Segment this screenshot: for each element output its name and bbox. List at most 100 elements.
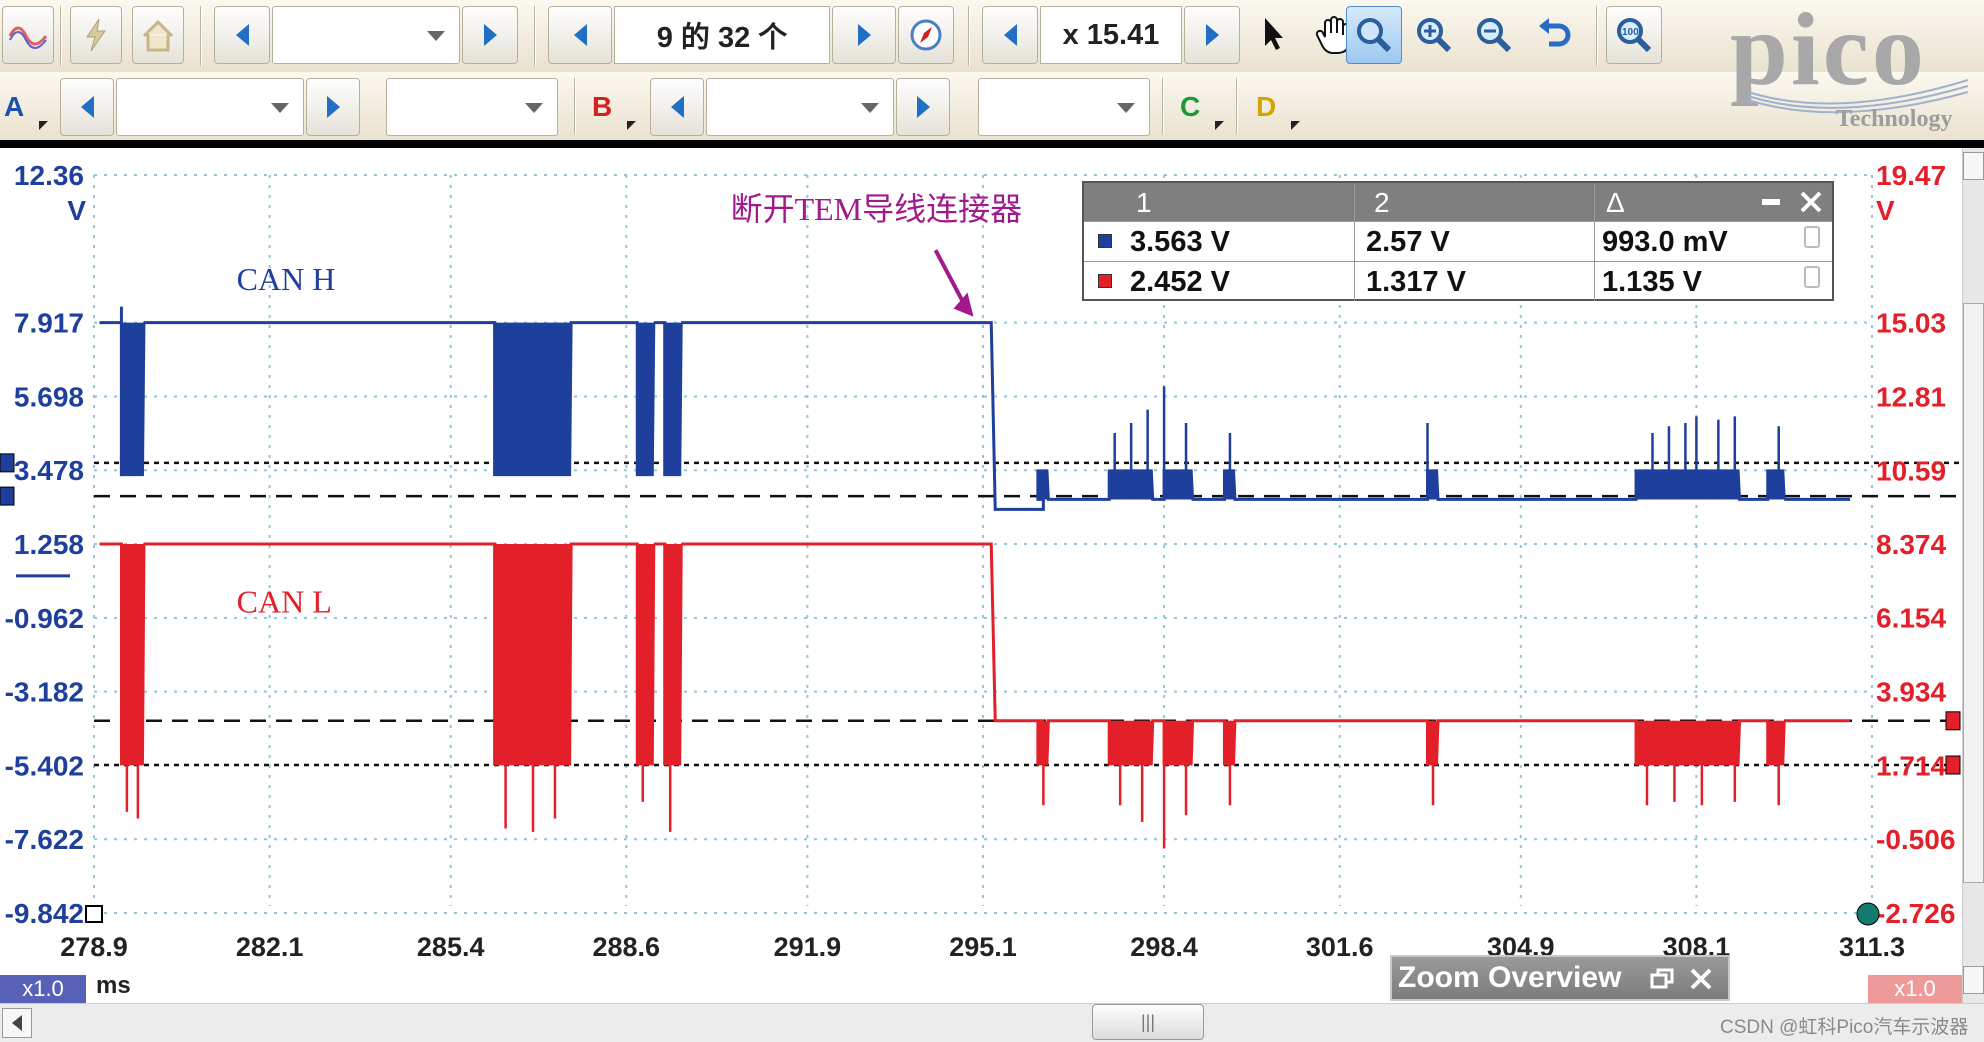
undo-icon bbox=[1539, 18, 1571, 47]
lock-icon[interactable] bbox=[1804, 266, 1820, 288]
channel-a-range-next[interactable] bbox=[306, 78, 360, 136]
channel-c-button[interactable]: C bbox=[1180, 78, 1226, 136]
minimize-icon[interactable] bbox=[1762, 199, 1780, 205]
ruler-handle-left bbox=[0, 453, 15, 473]
chart-annotation: CAN H bbox=[237, 261, 336, 297]
y-tick-label-right: 1.714 bbox=[1876, 750, 1946, 781]
y-tick-label-right: 15.03 bbox=[1876, 308, 1946, 339]
channel-a-button[interactable]: A bbox=[4, 78, 50, 136]
vertical-scroll-thumb[interactable] bbox=[1963, 303, 1984, 883]
y-tick-label-right: 19.47 bbox=[1876, 160, 1946, 191]
main-toolbar: 9 的 32 个 x 15.41 100 bbox=[0, 0, 1984, 72]
x-tick-label: 295.1 bbox=[949, 932, 1017, 962]
close-icon[interactable] bbox=[1798, 189, 1824, 215]
scope-mode-button[interactable] bbox=[2, 6, 54, 64]
zoom-in-button[interactable] bbox=[1406, 6, 1462, 64]
lock-icon[interactable] bbox=[1804, 226, 1820, 248]
ruler-col-2-header: 2 bbox=[1374, 187, 1390, 218]
vertical-scrollbar[interactable] bbox=[1962, 148, 1984, 1003]
channel-a-range-prev[interactable] bbox=[60, 78, 114, 136]
channel-a-coupling-select[interactable] bbox=[386, 78, 558, 136]
ruler-a-value-1: 3.563 V bbox=[1130, 226, 1230, 258]
x-tick-label: 291.9 bbox=[774, 932, 842, 962]
chevron-right-icon bbox=[326, 96, 340, 118]
channel-b-coupling-select[interactable] bbox=[978, 78, 1150, 136]
x-tick-label: 298.4 bbox=[1130, 932, 1198, 962]
zoom-fit-icon: 100 bbox=[1617, 18, 1652, 53]
y-tick-label-right: -2.726 bbox=[1876, 898, 1955, 929]
scroll-up-button[interactable] bbox=[1963, 152, 1984, 180]
scroll-left-button[interactable] bbox=[2, 1008, 32, 1038]
y-tick-label-left: 5.698 bbox=[14, 381, 84, 412]
y-tick-label-right: 6.154 bbox=[1876, 603, 1946, 634]
zoom-to-fit-button[interactable]: 100 bbox=[1606, 6, 1662, 64]
ruler-b-value-1: 2.452 V bbox=[1130, 266, 1230, 298]
scope-view-top-border bbox=[0, 140, 1984, 148]
zoom-tool-button[interactable] bbox=[1346, 6, 1402, 64]
next-timebase-button[interactable] bbox=[462, 6, 518, 64]
y-tick-label-right: 10.59 bbox=[1876, 455, 1946, 486]
horizontal-scrollbar[interactable] bbox=[0, 1003, 1984, 1042]
chevron-left-icon bbox=[1003, 24, 1017, 46]
restore-icon[interactable] bbox=[1650, 967, 1676, 991]
zoom-overview-panel[interactable]: Zoom Overview bbox=[1390, 955, 1730, 1001]
zoom-out-step-button[interactable] bbox=[982, 6, 1038, 64]
annotation-arrowhead bbox=[953, 292, 974, 317]
y-unit-left: V bbox=[67, 195, 86, 226]
trigger-marker bbox=[85, 905, 103, 923]
legend-divider bbox=[1594, 183, 1595, 301]
close-icon[interactable] bbox=[1688, 966, 1714, 992]
scroll-thumb[interactable]: ||| bbox=[1092, 1004, 1204, 1040]
zoom-out-button[interactable] bbox=[1466, 6, 1522, 64]
channel-b-range-prev[interactable] bbox=[650, 78, 704, 136]
ruler-legend[interactable]: 1 2 Δ 3.563 V 2.57 V 993.0 mV 2.452 V 1.… bbox=[1082, 181, 1834, 301]
channel-b-label: B bbox=[592, 91, 613, 122]
lightning-button[interactable] bbox=[70, 6, 122, 64]
chevron-right-icon bbox=[857, 24, 871, 46]
watermark: CSDN @虹科Pico汽车示波器 bbox=[1720, 1017, 1969, 1038]
zoom-overview-title: Zoom Overview bbox=[1398, 961, 1622, 994]
y-tick-label-left: -0.962 bbox=[5, 603, 84, 634]
prev-waveform-button[interactable] bbox=[548, 6, 612, 64]
waveform-count-field[interactable]: 9 的 32 个 bbox=[614, 6, 830, 64]
left-axis-scale-factor[interactable]: x1.0 bbox=[0, 975, 86, 1003]
scroll-down-button[interactable] bbox=[1963, 966, 1984, 994]
pico-scope-window: 9 的 32 个 x 15.41 100 A B C D pico Techno… bbox=[0, 0, 1984, 1042]
x-tick-label: 288.6 bbox=[593, 932, 661, 962]
home-button[interactable] bbox=[132, 6, 184, 64]
channel-menu-arrow-icon bbox=[627, 121, 636, 130]
next-waveform-button[interactable] bbox=[832, 6, 896, 64]
chevron-left-icon bbox=[235, 24, 249, 46]
ruler-handle-right bbox=[1945, 711, 1961, 731]
channel-a-range-select[interactable] bbox=[116, 78, 304, 136]
lightning-icon bbox=[86, 18, 106, 52]
annotation-arrow bbox=[933, 249, 968, 308]
channel-menu-arrow-icon bbox=[1215, 121, 1224, 130]
x-tick-label: 311.3 bbox=[1839, 932, 1905, 962]
zoom-in-step-button[interactable] bbox=[1184, 6, 1240, 64]
home-icon bbox=[142, 19, 174, 52]
channel-b-range-next[interactable] bbox=[896, 78, 950, 136]
channel-b-range-select[interactable] bbox=[706, 78, 894, 136]
timebase-select[interactable] bbox=[272, 6, 460, 64]
pointer-tool-button[interactable] bbox=[1246, 6, 1302, 64]
zoom-level-field[interactable]: x 15.41 bbox=[1040, 6, 1182, 64]
y-tick-label-right: 8.374 bbox=[1876, 529, 1946, 560]
series-line-can-l bbox=[99, 542, 1851, 766]
channel-d-button[interactable]: D bbox=[1256, 78, 1302, 136]
right-axis-scale-factor[interactable]: x1.0 bbox=[1868, 975, 1962, 1003]
logo-tagline: Technology bbox=[1836, 106, 1953, 132]
y-tick-label-left: -5.402 bbox=[5, 750, 84, 781]
channel-menu-arrow-icon bbox=[39, 121, 48, 130]
prev-timebase-button[interactable] bbox=[214, 6, 270, 64]
magnifier-icon bbox=[1357, 18, 1392, 53]
x-tick-label: 282.1 bbox=[236, 932, 304, 962]
svg-text:100: 100 bbox=[1622, 27, 1639, 38]
navigator-button[interactable] bbox=[898, 6, 954, 64]
x-tick-label: 301.6 bbox=[1306, 932, 1374, 962]
chevron-right-icon bbox=[1205, 24, 1219, 46]
undo-zoom-button[interactable] bbox=[1526, 6, 1582, 64]
chevron-left-icon bbox=[670, 96, 684, 118]
channel-b-button[interactable]: B bbox=[592, 78, 638, 136]
y-tick-label-left: 12.36 bbox=[14, 160, 84, 191]
